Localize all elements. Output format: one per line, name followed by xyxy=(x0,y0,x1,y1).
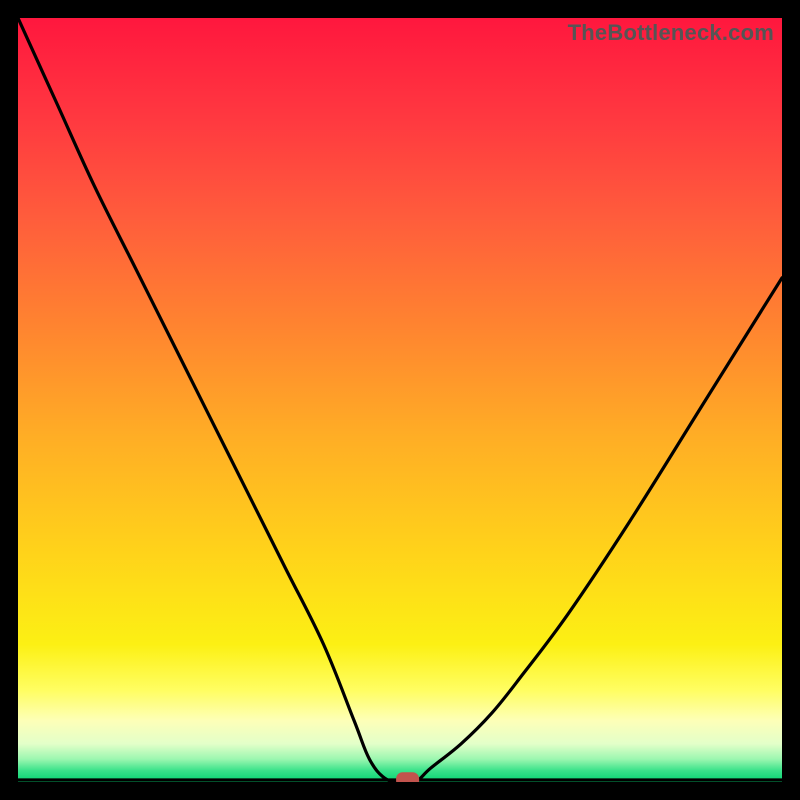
plot-area: TheBottleneck.com xyxy=(18,18,782,782)
bottleneck-curve xyxy=(18,18,782,782)
curve-layer xyxy=(18,18,782,782)
optimal-marker xyxy=(397,773,419,782)
watermark-text: TheBottleneck.com xyxy=(568,20,774,46)
chart-root: TheBottleneck.com xyxy=(0,0,800,800)
